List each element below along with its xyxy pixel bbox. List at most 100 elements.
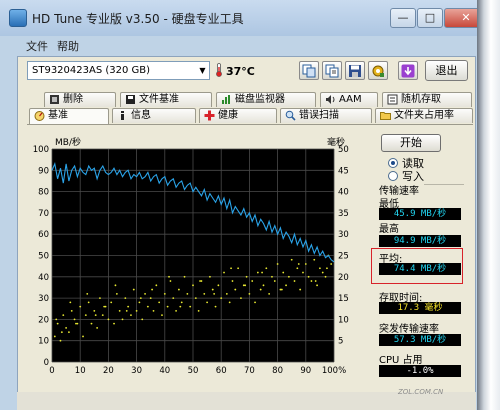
tab-benchmark[interactable]: 基准 (29, 108, 109, 125)
maximize-button[interactable]: □ (417, 8, 443, 28)
x-tick-label: 60 (216, 366, 227, 375)
access-time-point (168, 275, 170, 278)
y-right-tick-label: 35 (338, 209, 349, 219)
access-time-point (146, 305, 149, 308)
exit-button[interactable]: 退出 (425, 60, 468, 81)
access-time-point (110, 301, 113, 304)
tab-delete-label: 删除 (63, 94, 83, 105)
minimize-button[interactable]: — (390, 8, 416, 28)
access-time-point (220, 297, 223, 299)
access-time-point (180, 301, 183, 304)
tab-disk-monitor[interactable]: 磁盘监视器 (216, 92, 316, 107)
access-time-point (59, 339, 62, 342)
access-time-point (94, 314, 97, 317)
access-time-point (103, 305, 106, 308)
tab-error-scan[interactable]: 错误扫描 (280, 108, 372, 123)
temperature-readout: 37°C (226, 65, 255, 78)
download-button[interactable] (398, 61, 418, 80)
y-left-tick-label: 80 (38, 188, 49, 198)
tab-error-scan-label: 错误扫描 (299, 110, 339, 121)
access-time-point (230, 267, 232, 270)
access-time-point (124, 297, 127, 299)
access-time-point (211, 288, 214, 291)
write-radio[interactable] (388, 171, 398, 181)
y-right-tick-label: 20 (338, 273, 349, 283)
speaker-icon (325, 94, 336, 105)
save-button[interactable] (345, 61, 365, 80)
access-time-point (307, 275, 310, 278)
tab-disk-monitor-label: 磁盘监视器 (235, 94, 285, 105)
x-tick-label: 40 (159, 366, 170, 375)
file-benchmark-icon (125, 94, 136, 105)
tab-folder-usage-label: 文件夹占用率 (394, 110, 454, 121)
access-time-point (161, 314, 163, 317)
access-time-point (135, 309, 138, 312)
access-time-point (326, 267, 328, 270)
x-tick-label: 80 (272, 366, 283, 375)
y-right-tick-label: 30 (338, 230, 349, 240)
access-time-point (179, 305, 182, 308)
app-icon (9, 9, 27, 27)
health-icon (204, 110, 215, 121)
access-time-point (262, 284, 265, 287)
access-time-point (217, 284, 220, 287)
watermark: ZOL.COM.CN (398, 388, 444, 396)
menu-file[interactable]: 文件 (26, 38, 48, 54)
tab-folder-usage[interactable]: 文件夹占用率 (375, 108, 473, 123)
copy-button[interactable] (299, 61, 319, 80)
tab-aam[interactable]: AAM (320, 92, 378, 107)
access-time-point (259, 288, 262, 291)
tab-health[interactable]: 健康 (199, 108, 277, 123)
access-time-point (316, 284, 318, 287)
access-time-point (213, 292, 216, 295)
access-time-point (206, 301, 209, 304)
tab-delete[interactable]: 删除 (44, 92, 116, 107)
access-time-point (321, 271, 324, 274)
access-time-point (268, 292, 271, 295)
access-time-point (282, 271, 285, 274)
access-time-point (138, 301, 141, 304)
benchmark-chart: MB/秒 毫秒 0 10 20 30 40 50 60 70 80 90 100 5 10 15 20 25 3… (27, 133, 360, 375)
access-time-point (183, 275, 186, 278)
y-right-tick-label: 40 (338, 188, 349, 198)
access-time-point (319, 267, 321, 270)
menu-help[interactable]: 帮助 (57, 38, 79, 54)
burst-rate-value: 57.3 MB/秒 (379, 334, 461, 346)
access-time-point (304, 263, 307, 265)
tab-random-access[interactable]: 随机存取 (382, 92, 472, 107)
access-time-point (121, 318, 124, 321)
error-scan-icon (285, 110, 296, 121)
access-time-point (302, 271, 304, 274)
access-time-point (82, 335, 84, 338)
read-radio[interactable] (388, 158, 398, 168)
y-left-tick-label: 40 (38, 273, 49, 283)
access-time-point (175, 309, 177, 312)
access-time-point (290, 258, 293, 261)
copy-text-button[interactable] (322, 61, 342, 80)
x-tick-label: 0 (49, 366, 54, 375)
access-time-point (256, 271, 259, 274)
access-time-point (130, 314, 132, 317)
chevron-down-icon[interactable]: ▼ (196, 62, 209, 79)
drive-select[interactable]: ST9320423AS (320 GB) (27, 61, 210, 80)
access-time-point (209, 275, 211, 278)
access-time-point (99, 297, 101, 299)
access-time-point (166, 305, 169, 308)
y-right-tick-label: 50 (338, 145, 349, 155)
options-button[interactable] (368, 61, 388, 80)
y-left-tick-label: 90 (38, 166, 49, 176)
start-button[interactable]: 开始 (381, 134, 441, 152)
options-icon (372, 65, 384, 77)
tab-file-benchmark[interactable]: 文件基准 (120, 92, 212, 107)
x-tick-label: 70 (244, 366, 255, 375)
access-time-point (127, 305, 130, 308)
min-value: 45.9 MB/秒 (379, 208, 461, 220)
y-left-tick-label: 70 (38, 209, 49, 219)
access-time-point (53, 335, 56, 338)
tab-info[interactable]: 信息 (112, 108, 196, 123)
copy-icon (302, 64, 316, 78)
access-time-point (280, 288, 283, 291)
chart-svg: MB/秒 毫秒 01020304050607080901005101520253… (33, 136, 349, 375)
access-time-point (172, 297, 175, 299)
access-time-point (60, 331, 63, 334)
